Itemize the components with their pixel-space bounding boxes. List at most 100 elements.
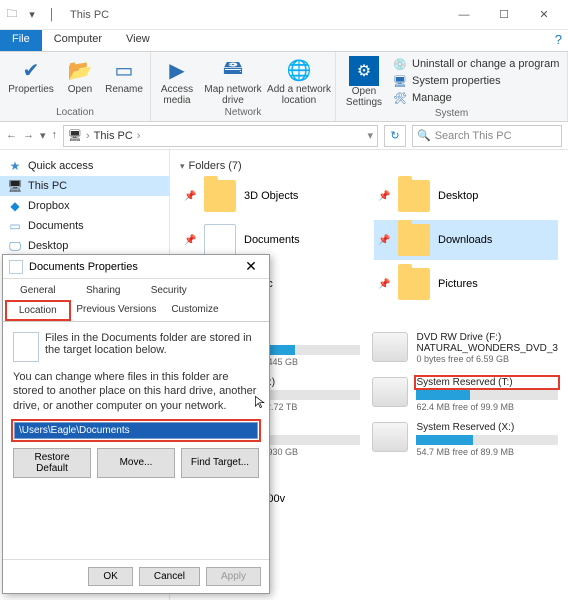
folder-pictures[interactable]: 📌Pictures	[374, 264, 558, 304]
tab-previous-versions[interactable]: Previous Versions	[71, 300, 163, 321]
network-drive-icon: 🖴	[219, 56, 247, 84]
dialog-header-text: Files in the Documents folder are stored…	[45, 332, 259, 362]
tab-computer[interactable]: Computer	[42, 30, 114, 51]
qat-dropdown-icon[interactable]: ▾	[24, 7, 40, 23]
drive-name: System Reserved (T:)	[416, 377, 558, 388]
tab-view[interactable]: View	[114, 30, 162, 51]
ribbon-group-network: ▶Access media 🖴Map network drive 🌐Add a …	[151, 52, 336, 121]
sidebar-quick-access[interactable]: ★Quick access	[0, 156, 169, 176]
folder-3d-objects[interactable]: 📌3D Objects	[180, 176, 364, 216]
uninstall-button[interactable]: 💿Uninstall or change a program	[392, 56, 559, 72]
tab-customize[interactable]: Customize	[162, 300, 228, 321]
tab-sharing[interactable]: Sharing	[71, 281, 137, 300]
tab-blank	[202, 281, 268, 300]
sidebar-this-pc[interactable]: 🖥This PC	[0, 176, 169, 196]
window-title: This PC	[70, 9, 109, 21]
doc-icon	[9, 260, 23, 274]
breadcrumb[interactable]: 🖥 › This PC › ▾	[63, 125, 378, 147]
properties-button[interactable]: ✔Properties	[4, 54, 58, 107]
access-media-button[interactable]: ▶Access media	[155, 54, 199, 107]
properties-dialog: Documents Properties ✕ General Sharing S…	[2, 254, 270, 594]
pc-icon: 🖥	[68, 129, 82, 142]
address-bar: ← → ▾ ↑ 🖥 › This PC › ▾ ↻ 🔍 Search This …	[0, 122, 568, 150]
sidebar-documents[interactable]: ▭Documents	[0, 216, 169, 236]
nav-up-icon[interactable]: ↑	[52, 129, 58, 142]
manage-button[interactable]: 🛠Manage	[392, 90, 559, 106]
find-target-button[interactable]: Find Target...	[181, 448, 259, 478]
search-placeholder: Search This PC	[435, 130, 512, 142]
ribbon: ✔Properties 📂Open ▭Rename Location ▶Acce…	[0, 52, 568, 122]
star-icon: ★	[8, 159, 22, 173]
settings-icon: ⚙	[349, 56, 379, 86]
group-label-location: Location	[4, 107, 146, 119]
search-box[interactable]: 🔍 Search This PC	[412, 125, 562, 147]
folder-icon	[398, 224, 430, 256]
ok-button[interactable]: OK	[88, 567, 132, 586]
nav-fwd-icon[interactable]: →	[23, 129, 34, 142]
drive-item[interactable]: System Reserved (X:) 54.7 MB free of 89.…	[372, 420, 558, 459]
folder-icon	[204, 180, 236, 212]
pin-icon: 📌	[378, 191, 390, 202]
dialog-body: Files in the Documents folder are stored…	[3, 322, 269, 559]
doc-icon	[204, 224, 236, 256]
titlebar: 🗀 ▾ │ This PC — ☐ ✕	[0, 0, 568, 30]
sysprops-icon: 🖥	[392, 73, 408, 89]
cancel-button[interactable]: Cancel	[139, 567, 200, 586]
capacity-bar	[416, 390, 558, 400]
folder-icon	[398, 268, 430, 300]
dialog-close-button[interactable]: ✕	[239, 258, 263, 275]
open-settings-button[interactable]: ⚙Open Settings	[340, 54, 388, 108]
uninstall-icon: 💿	[392, 56, 408, 72]
checkmark-icon: ✔	[17, 56, 45, 84]
tab-file[interactable]: File	[0, 30, 42, 51]
nav-back-icon[interactable]: ←	[6, 129, 17, 142]
pin-icon: 📌	[184, 191, 196, 202]
drive-free: 0 bytes free of 6.59 GB	[416, 354, 558, 364]
globe-icon: 🌐	[285, 56, 313, 84]
system-properties-button[interactable]: 🖥System properties	[392, 73, 559, 89]
pin-icon: 📌	[184, 235, 196, 246]
drive-item[interactable]: DVD RW Drive (F:) NATURAL_WONDERS_DVD_3 …	[372, 330, 558, 369]
crumb-dropdown-icon[interactable]: ▾	[367, 129, 373, 142]
sidebar-dropbox[interactable]: ◆Dropbox	[0, 196, 169, 216]
cursor-icon	[254, 395, 268, 409]
crumb-thispc[interactable]: This PC	[94, 130, 133, 142]
location-path-input[interactable]	[14, 422, 258, 439]
restore-default-button[interactable]: Restore Default	[13, 448, 91, 478]
minimize-button[interactable]: —	[444, 1, 484, 29]
drive-item[interactable]: System Reserved (T:) 62.4 MB free of 99.…	[372, 375, 558, 414]
map-drive-button[interactable]: 🖴Map network drive	[203, 54, 263, 107]
rename-button[interactable]: ▭Rename	[102, 54, 146, 107]
doc-icon: ▭	[8, 219, 22, 233]
pin-icon: 📌	[378, 279, 390, 290]
apply-button[interactable]: Apply	[206, 567, 261, 586]
folder-desktop[interactable]: 📌Desktop	[374, 176, 558, 216]
folder-downloads[interactable]: 📌Downloads	[374, 220, 558, 260]
folder-icon	[398, 180, 430, 212]
sidebar-desktop[interactable]: 🖵Desktop	[0, 236, 169, 256]
drive-icon	[372, 332, 408, 362]
nav-history-icon[interactable]: ▾	[40, 129, 46, 142]
tab-security[interactable]: Security	[136, 281, 202, 300]
refresh-button[interactable]: ↻	[384, 125, 406, 147]
tab-general[interactable]: General	[5, 281, 71, 300]
move-button[interactable]: Move...	[97, 448, 175, 478]
dialog-title: Documents Properties	[29, 261, 239, 273]
explorer-icon: 🗀	[4, 7, 20, 23]
add-network-button[interactable]: 🌐Add a network location	[267, 54, 331, 107]
ribbon-tabs: File Computer View	[0, 30, 568, 52]
folders-header[interactable]: Folders (7)	[180, 160, 558, 172]
maximize-button[interactable]: ☐	[484, 1, 524, 29]
help-icon[interactable]: ?	[555, 32, 562, 47]
doc-icon	[13, 332, 39, 362]
ribbon-group-system: ⚙Open Settings 💿Uninstall or change a pr…	[336, 52, 568, 121]
dialog-titlebar[interactable]: Documents Properties ✕	[3, 255, 269, 279]
tab-location[interactable]: Location	[5, 300, 71, 321]
drive-icon	[372, 422, 408, 452]
dialog-footer: OK Cancel Apply	[3, 559, 269, 593]
close-button[interactable]: ✕	[524, 1, 564, 29]
open-button[interactable]: 📂Open	[62, 54, 98, 107]
drive-free: 54.7 MB free of 89.9 MB	[416, 447, 558, 457]
dialog-description: You can change where files in this folde…	[13, 370, 259, 413]
drive-icon	[372, 377, 408, 407]
